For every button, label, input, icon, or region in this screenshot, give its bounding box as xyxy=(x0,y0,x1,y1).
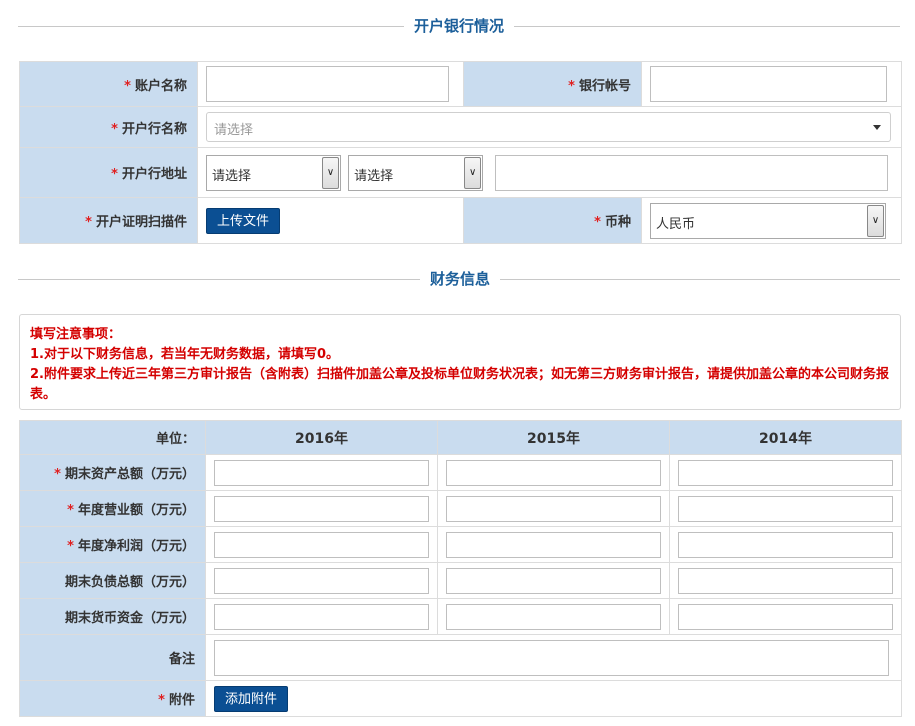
cash-2014-input[interactable] xyxy=(678,603,893,630)
row-label-total-liabilities: 期末负债总额（万元） xyxy=(19,562,206,599)
total-assets-2016-input[interactable] xyxy=(214,459,429,486)
chevron-down-icon: ∨ xyxy=(322,156,339,189)
remark-label: 备注 xyxy=(19,634,206,681)
scan-label: * 开户证明扫描件 xyxy=(19,197,198,244)
remark-input[interactable] xyxy=(214,639,889,676)
currency-select[interactable]: 人民币 ∨ xyxy=(650,202,886,239)
row-label-cash: 期末货币资金（万元） xyxy=(19,598,206,635)
address-detail-input[interactable] xyxy=(495,154,889,191)
bank-address-label: * 开户行地址 xyxy=(19,147,198,198)
net-profit-2016-input[interactable] xyxy=(214,531,429,558)
province-select[interactable]: 请选择 ∨ xyxy=(206,154,341,191)
total-liabilities-2015-input[interactable] xyxy=(446,567,661,594)
year-header-2015: 2015年 xyxy=(437,420,670,455)
account-no-input[interactable] xyxy=(650,66,887,102)
add-attachment-button[interactable]: 添加附件 xyxy=(214,685,289,712)
net-profit-2014-input[interactable] xyxy=(678,531,893,558)
revenue-2014-input[interactable] xyxy=(678,495,893,522)
bank-name-select[interactable]: 请选择 xyxy=(206,112,891,142)
finance-table: 单位： 2016年 2015年 2014年 * 期末资产总额（万元） * 年度营业额… xyxy=(19,420,902,717)
notice-line-2: 2.附件要求上传近三年第三方审计报告（含附表）扫描件加盖公章及投标单位财务状况表… xyxy=(30,367,889,402)
city-select[interactable]: 请选择 ∨ xyxy=(348,154,484,191)
caret-down-icon xyxy=(873,125,881,130)
bank-name-label: * 开户行名称 xyxy=(19,106,198,148)
account-no-label: * 银行帐号 xyxy=(463,61,642,107)
net-profit-2015-input[interactable] xyxy=(446,531,661,558)
year-header-2016: 2016年 xyxy=(205,420,438,455)
revenue-2015-input[interactable] xyxy=(446,495,661,522)
section-title-text: 财务信息 xyxy=(419,269,501,289)
section-title-finance: 财务信息 xyxy=(18,269,900,289)
year-header-2014: 2014年 xyxy=(669,420,902,455)
cash-2015-input[interactable] xyxy=(446,603,661,630)
bank-info-table: * 账户名称 * 银行帐号 * 开户行名称 请选择 * 开户行地址 请选择 ∨ 请选择 … xyxy=(19,61,902,244)
account-name-label: * 账户名称 xyxy=(19,61,198,107)
account-name-input[interactable] xyxy=(206,66,449,102)
notice-line-1: 1.对于以下财务信息，若当年无财务数据，请填写0。 xyxy=(30,347,340,362)
chevron-down-icon: ∨ xyxy=(464,156,482,189)
cash-2016-input[interactable] xyxy=(214,603,429,630)
total-liabilities-2016-input[interactable] xyxy=(214,567,429,594)
notice-box: 填写注意事项： 1.对于以下财务信息，若当年无财务数据，请填写0。 2.附件要求… xyxy=(19,314,901,410)
row-label-total-assets: * 期末资产总额（万元） xyxy=(19,454,206,491)
attachment-label: * 附件 xyxy=(19,680,206,717)
chevron-down-icon: ∨ xyxy=(867,204,884,237)
unit-label: 单位： xyxy=(19,420,206,455)
row-label-net-profit: * 年度净利润（万元） xyxy=(19,526,206,563)
notice-title: 填写注意事项： xyxy=(30,327,122,342)
revenue-2016-input[interactable] xyxy=(214,495,429,522)
section-title-text: 开户银行情况 xyxy=(403,16,515,36)
total-liabilities-2014-input[interactable] xyxy=(678,567,893,594)
currency-label: * 币种 xyxy=(463,197,642,244)
total-assets-2015-input[interactable] xyxy=(446,459,661,486)
total-assets-2014-input[interactable] xyxy=(678,459,893,486)
upload-file-button[interactable]: 上传文件 xyxy=(206,207,281,234)
section-title-bank: 开户银行情况 xyxy=(18,16,900,36)
row-label-revenue: * 年度营业额（万元） xyxy=(19,490,206,527)
